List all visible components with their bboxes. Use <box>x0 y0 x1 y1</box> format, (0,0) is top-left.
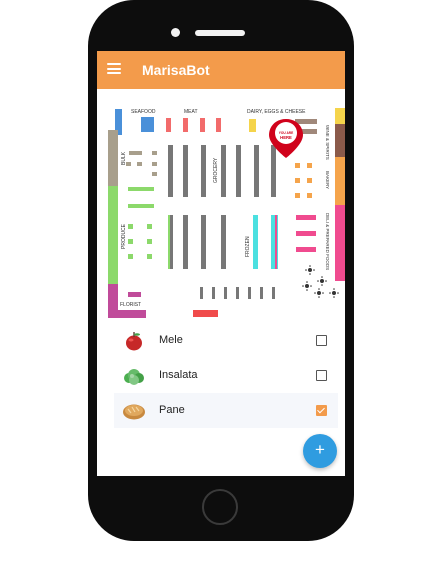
apple-icon <box>126 332 142 351</box>
app-bar: MarisaBot <box>97 51 345 89</box>
grocery-aisle <box>236 145 241 197</box>
frozen-aisle <box>253 215 258 269</box>
deli-counter <box>296 247 316 252</box>
meat-label: MEAT <box>184 109 198 115</box>
bulk-bin <box>126 162 131 166</box>
seafood-label: SEAFOOD <box>131 109 156 115</box>
bakery-table <box>307 178 312 183</box>
bakery-table <box>307 163 312 168</box>
meat-counter <box>200 118 205 132</box>
item-label: Mele <box>159 334 183 346</box>
store-map[interactable]: SEAFOOD MEAT DAIRY, EGGS & CHEESE WINE &… <box>97 89 345 325</box>
checkout-lane <box>236 287 239 299</box>
service-counter <box>193 310 218 317</box>
item-checkbox[interactable] <box>316 405 327 416</box>
plus-icon: + <box>315 440 325 459</box>
add-item-button[interactable]: + <box>303 434 337 468</box>
seating-area <box>302 265 339 298</box>
produce-label: PRODUCE <box>121 223 127 249</box>
florist-table <box>128 292 141 297</box>
bulk-section <box>108 130 118 186</box>
dairy-counter <box>249 119 256 132</box>
produce-table <box>128 187 154 191</box>
lower-aisle <box>201 215 206 269</box>
florist-label: FLORIST <box>120 302 141 308</box>
checkout-lane <box>260 287 263 299</box>
marker-label: YOU ARE HERE <box>279 131 293 140</box>
produce-table <box>147 239 152 244</box>
produce-table <box>147 254 152 259</box>
bakery-table <box>295 163 300 168</box>
bulk-bin <box>152 162 157 166</box>
bulk-bin <box>152 172 157 176</box>
checkout-lane <box>200 287 203 299</box>
bread-icon <box>123 404 145 420</box>
grocery-aisle <box>271 145 276 197</box>
bulk-bin <box>137 162 142 166</box>
deli-counter <box>296 215 316 220</box>
produce-aisle-edge <box>168 215 170 269</box>
speaker-slot <box>195 30 245 36</box>
checkout-lane <box>272 287 275 299</box>
grocery-aisle <box>201 145 206 197</box>
bakery-table <box>307 193 312 198</box>
lower-aisle <box>221 215 226 269</box>
wall-yellow <box>335 108 345 124</box>
lower-aisle <box>183 215 188 269</box>
meat-counter <box>216 118 221 132</box>
grocery-aisle <box>221 145 226 197</box>
deli-section <box>335 205 345 281</box>
menu-icon[interactable] <box>107 63 121 74</box>
item-checkbox[interactable] <box>316 335 327 346</box>
grocery-aisle <box>183 145 188 197</box>
produce-table <box>147 224 152 229</box>
produce-table <box>128 204 154 208</box>
frozen-label: FROZEN <box>245 236 251 257</box>
list-item[interactable]: Insalata <box>114 358 338 393</box>
deli-label: DELI & PREPARED FOODS <box>325 213 330 270</box>
bakery-table <box>295 193 300 198</box>
item-label: Insalata <box>159 369 198 381</box>
grocery-aisle <box>254 145 259 197</box>
list-item[interactable]: Mele <box>114 323 338 358</box>
meat-counter <box>183 118 188 132</box>
produce-table <box>128 239 133 244</box>
produce-table <box>128 254 133 259</box>
dairy-label: DAIRY, EGGS & CHEESE <box>247 109 306 115</box>
bulk-bin <box>129 151 142 155</box>
checkout-lane <box>212 287 215 299</box>
app-screen: MarisaBot SEAFOOD MEAT DAIRY, EGGS & CHE… <box>97 51 345 476</box>
florist-counter <box>108 310 146 318</box>
dairy-shelf <box>295 119 317 124</box>
checkout-lane <box>224 287 227 299</box>
shopping-list: Mele Insalata Pane <box>114 323 338 428</box>
list-item[interactable]: Pane <box>114 393 338 428</box>
grocery-label: GROCERY <box>213 157 219 183</box>
item-checkbox[interactable] <box>316 370 327 381</box>
deli-counter <box>296 231 316 236</box>
wine-label: WINE & SPIRITS <box>325 125 330 160</box>
bakery-label: BAKERY <box>325 171 330 189</box>
camera-dot <box>171 28 180 37</box>
produce-table <box>128 224 133 229</box>
app-title: MarisaBot <box>142 62 210 78</box>
frozen-aisle-edge <box>275 215 277 269</box>
checkout-lane <box>248 287 251 299</box>
bulk-bin <box>152 151 157 155</box>
produce-section <box>108 186 118 284</box>
grocery-aisle <box>168 145 173 197</box>
bakery-section <box>335 157 345 205</box>
bakery-table <box>295 178 300 183</box>
lettuce-icon <box>124 369 144 385</box>
wine-section <box>335 124 345 157</box>
home-button[interactable] <box>202 489 238 525</box>
meat-counter <box>166 118 171 132</box>
seafood-counter-right <box>141 117 154 132</box>
item-label: Pane <box>159 404 185 416</box>
